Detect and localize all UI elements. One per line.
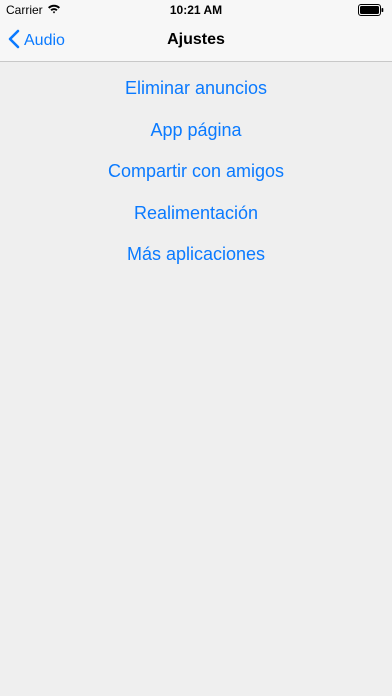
settings-content: Eliminar anuncios App página Compartir c…: [0, 62, 392, 696]
page-title: Ajustes: [167, 31, 225, 48]
share-with-friends-button[interactable]: Compartir con amigos: [108, 151, 284, 193]
settings-menu: Eliminar anuncios App página Compartir c…: [0, 68, 392, 276]
feedback-button[interactable]: Realimentación: [134, 193, 258, 235]
remove-ads-button[interactable]: Eliminar anuncios: [125, 68, 267, 110]
navigation-bar: Audio Ajustes: [0, 20, 392, 62]
battery-icon: [358, 4, 384, 19]
app-page-button[interactable]: App página: [150, 110, 241, 152]
status-time: 10:21 AM: [169, 3, 223, 17]
status-bar: Carrier 10:21 AM: [0, 0, 392, 20]
status-right: [358, 4, 384, 19]
more-apps-button[interactable]: Más aplicaciones: [127, 234, 265, 276]
